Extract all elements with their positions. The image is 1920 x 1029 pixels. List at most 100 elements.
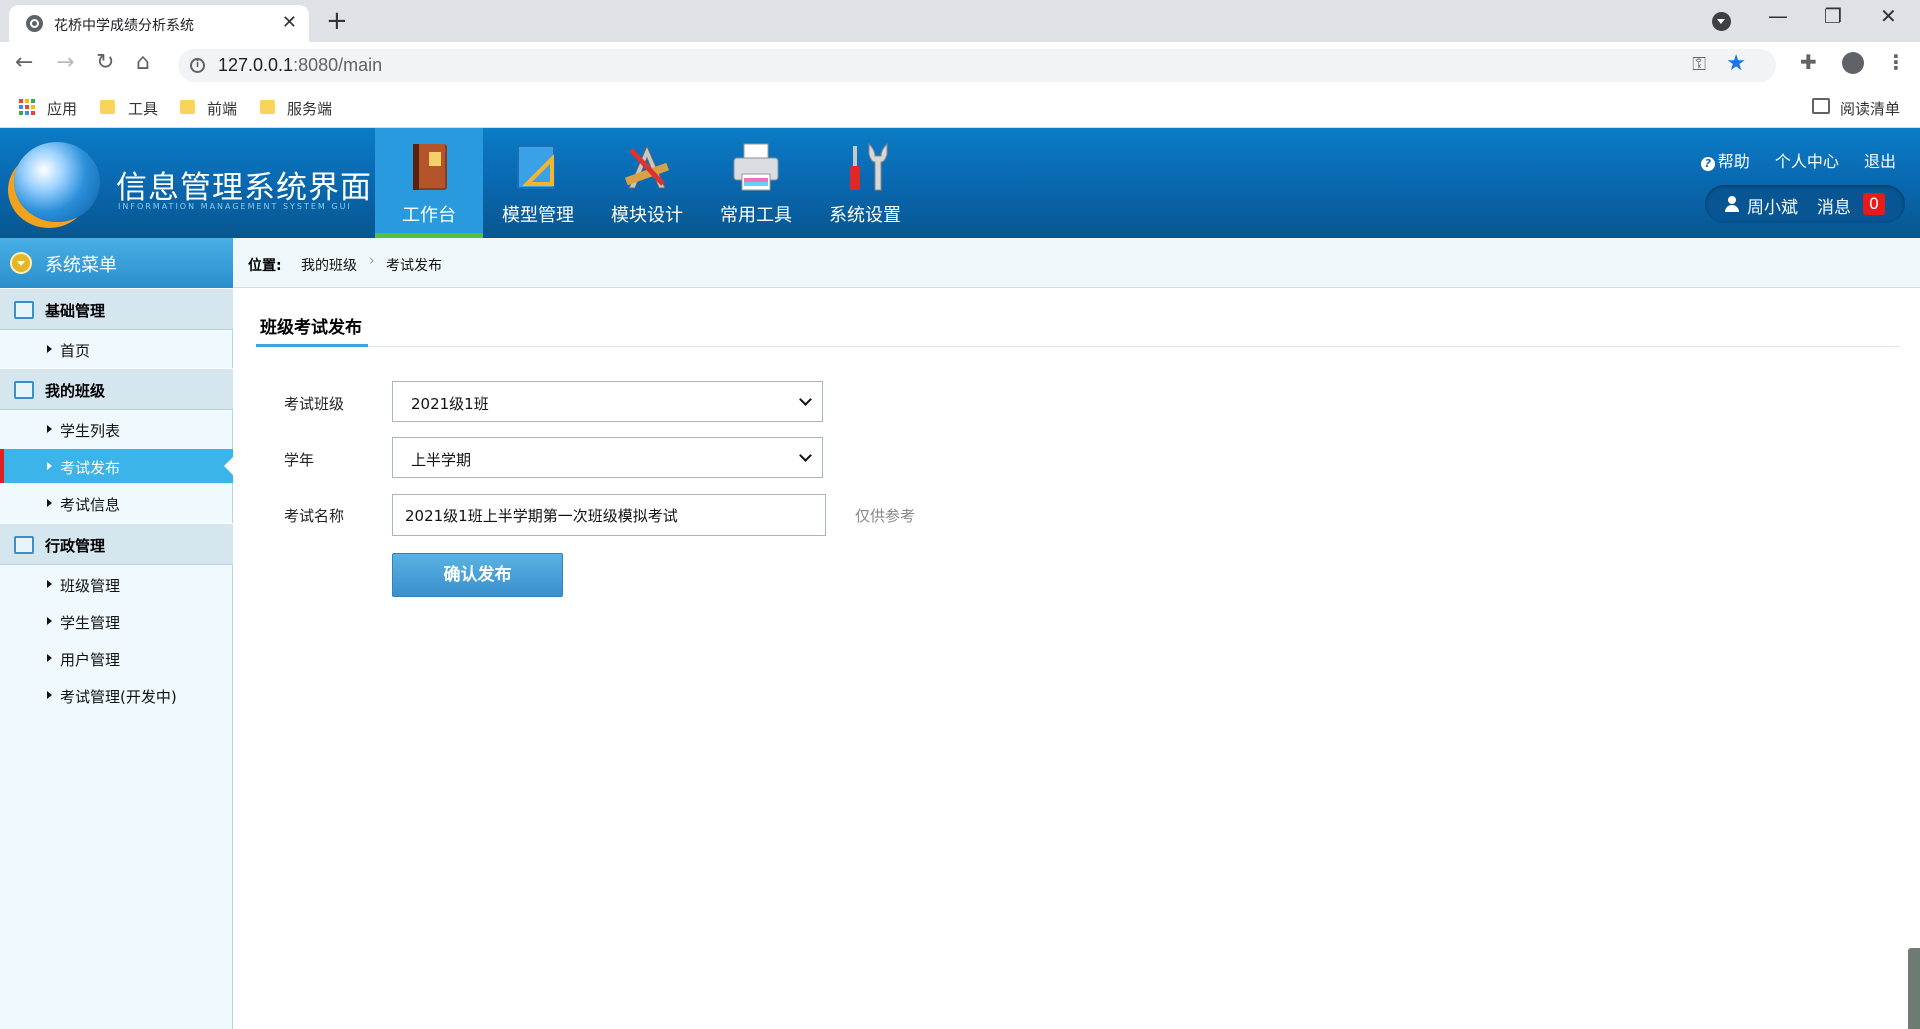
forward-icon[interactable]: → — [56, 50, 74, 75]
reading-list-icon[interactable] — [1812, 98, 1830, 114]
browser-toolbar: ← → ↻ ⌂ i 127.0.0.1:8080/main ⚿ ★ ✚ ⋮ — [0, 42, 1920, 88]
system-title: 信息管理系统界面 — [116, 170, 372, 206]
exam-name-label: 考试名称 — [284, 507, 345, 525]
school-year-value: 上半学期 — [411, 451, 472, 469]
bookmark-star-icon[interactable]: ★ — [1726, 51, 1746, 76]
reload-icon[interactable]: ↻ — [96, 50, 114, 75]
sidebar-item-label: 学生管理 — [60, 614, 121, 632]
breadcrumb-exam-publish: 考试发布 — [386, 258, 442, 274]
url-text: 127.0.0.1:8080/main — [218, 55, 383, 75]
minimize-button[interactable]: — — [1768, 4, 1788, 28]
help-icon: ? — [1700, 157, 1715, 171]
bookmark-frontend[interactable]: 前端 — [207, 98, 237, 119]
topnav-model[interactable]: 模型管理 — [484, 128, 592, 238]
message-count-badge[interactable]: 0 — [1863, 193, 1885, 215]
browser-tab-bar: 花桥中学成绩分析系统 ✕ + — ❐ ✕ — [0, 0, 1920, 42]
sidebar-item-user-manage[interactable]: 用户管理 — [0, 641, 233, 675]
sidebar-header[interactable]: 系统菜单 — [0, 238, 233, 288]
sidebar-group-label: 基础管理 — [45, 302, 106, 320]
tab-search-icon[interactable] — [1712, 12, 1731, 31]
bookmark-backend[interactable]: 服务端 — [287, 98, 332, 119]
apps-icon[interactable] — [19, 99, 35, 115]
sidebar-group-admin[interactable]: 行政管理 — [0, 523, 233, 565]
sidebar-item-class-manage[interactable]: 班级管理 — [0, 567, 233, 601]
info-icon[interactable]: i — [190, 58, 205, 73]
personal-center-link[interactable]: 个人中心 — [1775, 152, 1839, 171]
back-icon[interactable]: ← — [15, 50, 33, 75]
edit-icon — [14, 536, 34, 554]
confirm-publish-button[interactable]: 确认发布 — [392, 553, 563, 597]
scrollbar-thumb[interactable] — [1908, 948, 1920, 1029]
exam-class-select[interactable]: 2021级1班 — [392, 381, 823, 422]
header-links: ? 帮助 个人中心 退出 — [1681, 148, 1896, 172]
sidebar-item-home[interactable]: 首页 — [0, 332, 233, 366]
user-icon — [1725, 196, 1739, 212]
breadcrumb-separator-icon: › — [369, 253, 375, 269]
browser-tab[interactable]: 花桥中学成绩分析系统 ✕ — [9, 5, 309, 42]
ruler-icon — [517, 145, 555, 189]
reading-list[interactable]: 阅读清单 — [1840, 98, 1900, 119]
home-icon[interactable]: ⌂ — [136, 50, 150, 75]
window-close-button[interactable]: ✕ — [1880, 4, 1897, 28]
chevron-down-icon — [10, 252, 32, 274]
sidebar-item-exam-publish[interactable]: 考试发布 — [0, 449, 234, 483]
messages-link[interactable]: 消息 — [1817, 193, 1851, 218]
chevron-down-icon — [799, 393, 812, 406]
school-year-select[interactable]: 上半学期 — [392, 437, 823, 478]
new-tab-button[interactable]: + — [326, 6, 348, 36]
caret-right-icon — [47, 499, 56, 507]
chat-icon — [14, 381, 34, 399]
logout-link[interactable]: 退出 — [1864, 152, 1896, 171]
topnav-settings[interactable]: 系统设置 — [811, 128, 919, 238]
tab-title: 花桥中学成绩分析系统 — [54, 18, 194, 34]
exam-class-label: 考试班级 — [284, 395, 345, 413]
caret-right-icon — [47, 462, 56, 470]
bookmark-tools[interactable]: 工具 — [128, 98, 158, 119]
sidebar-item-label: 考试信息 — [60, 496, 121, 514]
help-link[interactable]: ? 帮助 — [1700, 152, 1750, 171]
sidebar-group-my-class[interactable]: 我的班级 — [0, 368, 233, 410]
title-underline — [256, 344, 368, 347]
profile-icon[interactable] — [1842, 52, 1864, 74]
caret-right-icon — [47, 654, 56, 662]
topnav-tools[interactable]: 常用工具 — [702, 128, 810, 238]
sidebar-item-exam-info[interactable]: 考试信息 — [0, 486, 233, 520]
printer-icon — [733, 143, 779, 191]
sidebar-group-label: 行政管理 — [45, 537, 106, 555]
address-bar[interactable]: i 127.0.0.1:8080/main ⚿ ★ — [178, 49, 1776, 82]
caret-right-icon — [47, 691, 56, 699]
sidebar-group-basic[interactable]: 基础管理 — [0, 288, 233, 330]
folder-icon — [260, 100, 275, 114]
globe-logo-icon — [14, 142, 100, 222]
system-subtitle: INFORMATION MANAGEMENT SYSTEM GUI — [118, 202, 352, 211]
user-info: 周小斌 消息 0 — [1705, 185, 1905, 223]
page-title: 班级考试发布 — [260, 318, 362, 338]
sidebar-item-label: 首页 — [60, 342, 91, 360]
tools-icon — [850, 142, 888, 191]
exam-class-value: 2021级1班 — [411, 395, 489, 413]
bookmark-apps[interactable]: 应用 — [47, 98, 77, 119]
topnav-workbench[interactable]: 工作台 — [375, 128, 483, 238]
restore-button[interactable]: ❐ — [1824, 4, 1842, 28]
sidebar-item-student-manage[interactable]: 学生管理 — [0, 604, 233, 638]
caret-right-icon — [47, 345, 56, 353]
sidebar-item-label: 用户管理 — [60, 651, 121, 669]
sidebar-item-student-list[interactable]: 学生列表 — [0, 412, 233, 446]
breadcrumb-my-class[interactable]: 我的班级 — [301, 255, 357, 275]
globe-icon — [26, 15, 43, 32]
app-header: 信息管理系统界面 INFORMATION MANAGEMENT SYSTEM G… — [0, 128, 1920, 238]
extensions-icon[interactable]: ✚ — [1800, 50, 1817, 74]
folder-icon — [100, 100, 115, 114]
user-name[interactable]: 周小斌 — [1747, 193, 1798, 218]
sidebar-item-exam-manage[interactable]: 考试管理(开发中) — [0, 678, 233, 712]
list-icon — [14, 301, 34, 319]
chevron-down-icon — [799, 449, 812, 462]
topnav-label: 模块设计 — [611, 205, 683, 226]
more-menu-icon[interactable]: ⋮ — [1886, 50, 1906, 74]
topnav-module[interactable]: 模块设计 — [593, 128, 701, 238]
key-icon[interactable]: ⚿ — [1692, 54, 1706, 75]
close-tab-icon[interactable]: ✕ — [282, 12, 297, 33]
exam-name-input[interactable] — [392, 494, 826, 536]
topnav-label: 系统设置 — [829, 205, 901, 226]
topnav-label: 常用工具 — [720, 205, 792, 226]
